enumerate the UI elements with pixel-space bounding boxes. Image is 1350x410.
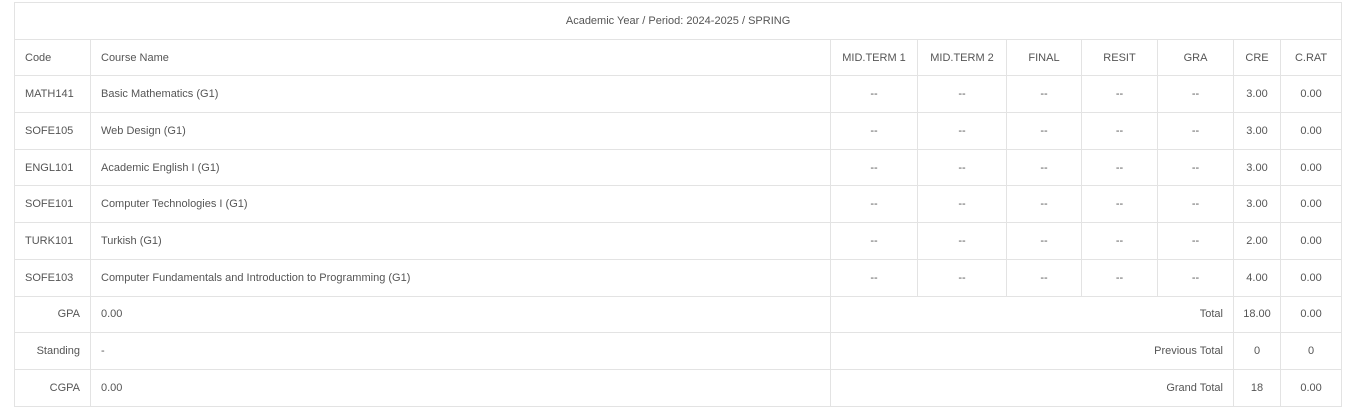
- course-code: MATH141: [14, 75, 91, 114]
- header-midterm2: MID.TERM 2: [917, 38, 1007, 77]
- resit-grade: --: [1081, 148, 1158, 187]
- table-header-row: Code Course Name MID.TERM 1 MID.TERM 2 F…: [14, 38, 1343, 77]
- summary-label: CGPA: [14, 368, 91, 407]
- course-code: SOFE103: [14, 258, 91, 297]
- header-course-name: Course Name: [90, 38, 831, 77]
- final-grade: --: [1006, 185, 1082, 224]
- course-code: TURK101: [14, 222, 91, 260]
- midterm2-grade: --: [917, 148, 1007, 187]
- credit: 3.00: [1233, 75, 1281, 114]
- midterm2-grade: --: [917, 112, 1007, 150]
- gra-grade: --: [1157, 185, 1234, 224]
- midterm1-grade: --: [830, 222, 918, 260]
- resit-grade: --: [1081, 185, 1158, 224]
- table-row: TURK101 Turkish (G1) -- -- -- -- -- 2.00…: [14, 222, 1343, 260]
- gra-grade: --: [1157, 112, 1234, 150]
- credit-rating: 0.00: [1279, 148, 1343, 187]
- final-grade: --: [1006, 222, 1082, 260]
- credit-rating: 0.00: [1279, 258, 1343, 297]
- grades-panel: Academic Year / Period: 2024-2025 / SPRI…: [13, 2, 1343, 407]
- summary-total-label: Grand Total: [830, 368, 1234, 407]
- midterm1-grade: --: [830, 75, 918, 114]
- final-grade: --: [1006, 148, 1082, 187]
- summary-cre: 18: [1233, 368, 1281, 407]
- period-title: Academic Year / Period: 2024-2025 / SPRI…: [13, 2, 1343, 40]
- midterm1-grade: --: [830, 258, 918, 297]
- resit-grade: --: [1081, 258, 1158, 297]
- gra-grade: --: [1157, 222, 1234, 260]
- credit-rating: 0.00: [1279, 75, 1343, 114]
- final-grade: --: [1006, 258, 1082, 297]
- course-code: SOFE105: [14, 112, 91, 150]
- summary-total-label: Previous Total: [830, 332, 1234, 370]
- credit-rating: 0.00: [1279, 222, 1343, 260]
- gra-grade: --: [1157, 258, 1234, 297]
- final-grade: --: [1006, 75, 1082, 114]
- summary-crat: 0.00: [1279, 368, 1343, 407]
- credit: 2.00: [1233, 222, 1281, 260]
- summary-row-standing: Standing - Previous Total 0 0: [14, 332, 1343, 370]
- period-title-row: Academic Year / Period: 2024-2025 / SPRI…: [13, 2, 1343, 40]
- header-midterm1: MID.TERM 1: [830, 38, 918, 77]
- midterm1-grade: --: [830, 112, 918, 150]
- midterm1-grade: --: [830, 148, 918, 187]
- midterm2-grade: --: [917, 258, 1007, 297]
- course-code: ENGL101: [14, 148, 91, 187]
- table-row: SOFE105 Web Design (G1) -- -- -- -- -- 3…: [14, 112, 1343, 150]
- course-name: Web Design (G1): [90, 112, 831, 150]
- summary-row-gpa: GPA 0.00 Total 18.00 0.00: [14, 295, 1343, 334]
- credit-rating: 0.00: [1279, 112, 1343, 150]
- resit-grade: --: [1081, 222, 1158, 260]
- credit-rating: 0.00: [1279, 185, 1343, 224]
- table-row: SOFE101 Computer Technologies I (G1) -- …: [14, 185, 1343, 224]
- credit: 3.00: [1233, 185, 1281, 224]
- table-row: SOFE103 Computer Fundamentals and Introd…: [14, 258, 1343, 297]
- resit-grade: --: [1081, 112, 1158, 150]
- course-code: SOFE101: [14, 185, 91, 224]
- header-resit: RESIT: [1081, 38, 1158, 77]
- grades-table: Academic Year / Period: 2024-2025 / SPRI…: [13, 2, 1343, 407]
- course-name: Academic English I (G1): [90, 148, 831, 187]
- course-name: Computer Fundamentals and Introduction t…: [90, 258, 831, 297]
- summary-cre: 18.00: [1233, 295, 1281, 334]
- header-code: Code: [14, 38, 91, 77]
- summary-value: 0.00: [90, 295, 831, 334]
- resit-grade: --: [1081, 75, 1158, 114]
- summary-cre: 0: [1233, 332, 1281, 370]
- header-crat: C.RAT: [1279, 38, 1343, 77]
- course-name: Basic Mathematics (G1): [90, 75, 831, 114]
- midterm2-grade: --: [917, 222, 1007, 260]
- header-cre: CRE: [1233, 38, 1281, 77]
- course-name: Computer Technologies I (G1): [90, 185, 831, 224]
- course-name: Turkish (G1): [90, 222, 831, 260]
- summary-total-label: Total: [830, 295, 1234, 334]
- header-final: FINAL: [1006, 38, 1082, 77]
- midterm2-grade: --: [917, 185, 1007, 224]
- gra-grade: --: [1157, 75, 1234, 114]
- summary-label: Standing: [14, 332, 91, 370]
- final-grade: --: [1006, 112, 1082, 150]
- credit: 3.00: [1233, 112, 1281, 150]
- credit: 4.00: [1233, 258, 1281, 297]
- summary-label: GPA: [14, 295, 91, 334]
- summary-crat: 0.00: [1279, 295, 1343, 334]
- gra-grade: --: [1157, 148, 1234, 187]
- table-row: MATH141 Basic Mathematics (G1) -- -- -- …: [14, 75, 1343, 114]
- credit: 3.00: [1233, 148, 1281, 187]
- header-gra: GRA: [1157, 38, 1234, 77]
- table-row: ENGL101 Academic English I (G1) -- -- --…: [14, 148, 1343, 187]
- midterm2-grade: --: [917, 75, 1007, 114]
- midterm1-grade: --: [830, 185, 918, 224]
- summary-row-cgpa: CGPA 0.00 Grand Total 18 0.00: [14, 368, 1343, 407]
- summary-value: 0.00: [90, 368, 831, 407]
- summary-value: -: [90, 332, 831, 370]
- summary-crat: 0: [1279, 332, 1343, 370]
